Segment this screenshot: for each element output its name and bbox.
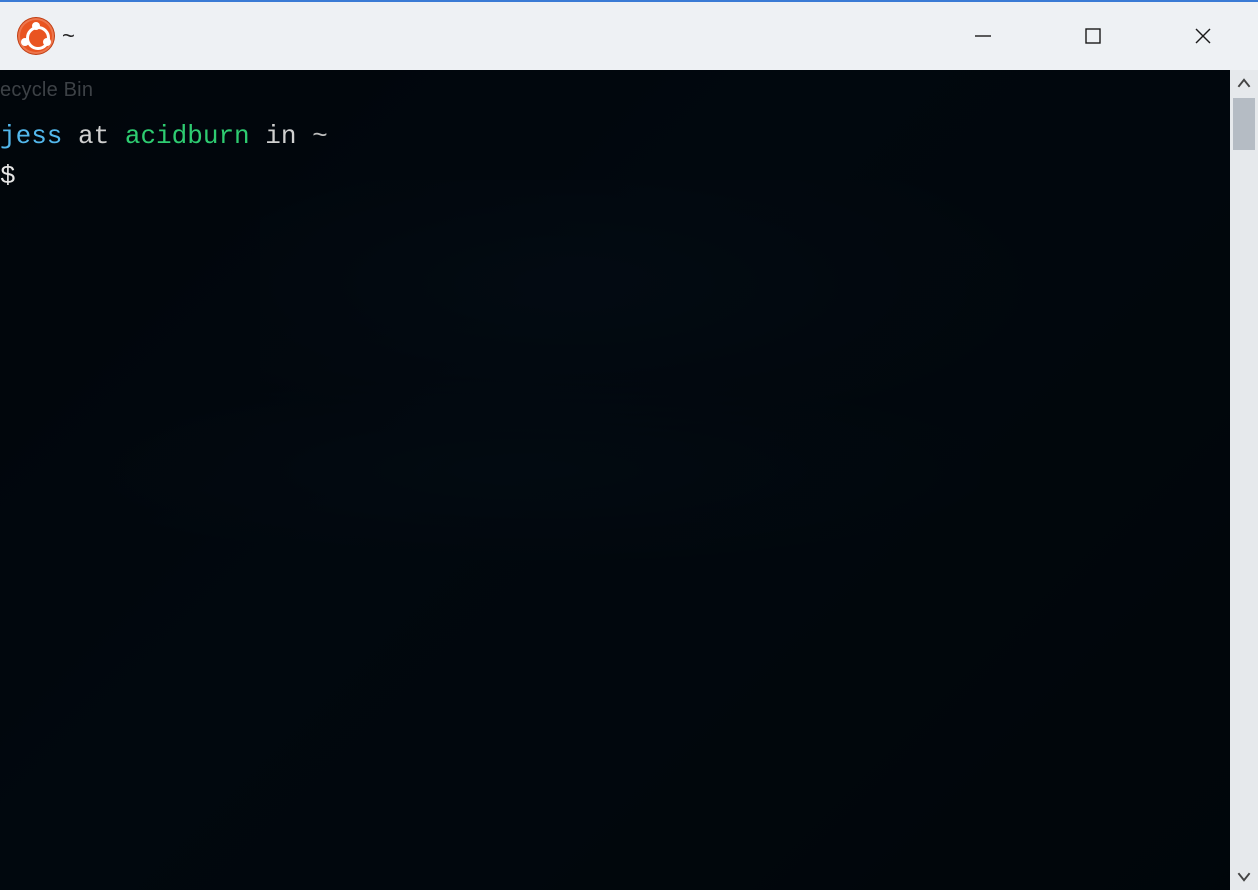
maximize-icon [1081, 24, 1105, 48]
scroll-up-button[interactable] [1230, 70, 1258, 98]
terminal-window: ~ jess at acidburn in ~ $ [0, 0, 1258, 890]
minimize-icon [971, 24, 995, 48]
chevron-up-icon [1237, 77, 1251, 91]
minimize-button[interactable] [928, 2, 1038, 70]
ubuntu-logo-icon [18, 18, 54, 54]
window-client-area: jess at acidburn in ~ $ [0, 70, 1258, 890]
window-controls [928, 2, 1258, 70]
desktop: ecycle Bin ~ jess at a [0, 0, 1258, 890]
ps1-path: ~ [312, 121, 328, 151]
window-title: ~ [62, 23, 75, 49]
close-button[interactable] [1148, 2, 1258, 70]
terminal[interactable]: jess at acidburn in ~ $ [0, 70, 1230, 890]
ps1-at: at [62, 121, 124, 151]
titlebar[interactable]: ~ [0, 0, 1258, 70]
ps1-host: acidburn [125, 121, 250, 151]
scroll-track[interactable] [1230, 98, 1258, 862]
maximize-button[interactable] [1038, 2, 1148, 70]
prompt-symbol: $ [0, 161, 16, 191]
vertical-scrollbar[interactable] [1230, 70, 1258, 890]
ps1-user: jess [0, 121, 62, 151]
ps1-in: in [250, 121, 312, 151]
chevron-down-icon [1237, 869, 1251, 883]
close-icon [1191, 24, 1215, 48]
scroll-thumb[interactable] [1233, 98, 1255, 150]
scroll-down-button[interactable] [1230, 862, 1258, 890]
